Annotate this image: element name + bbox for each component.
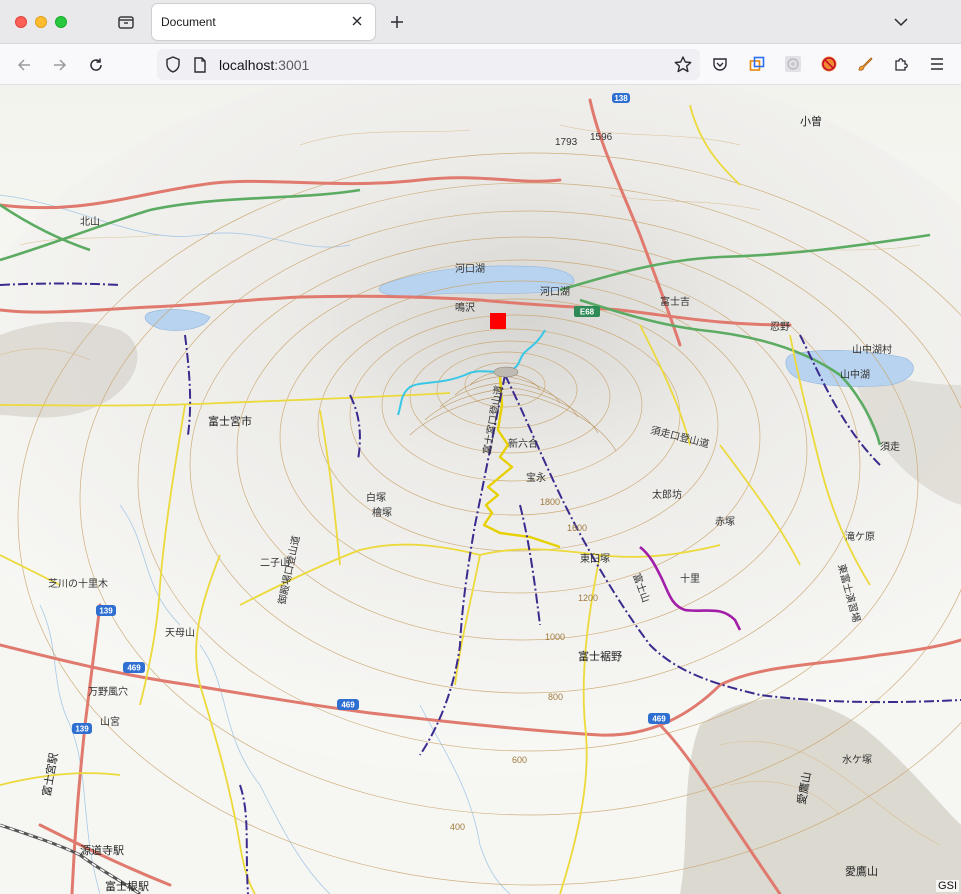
route-139-shield-a: 139 — [96, 605, 116, 616]
e68-label: E68 — [580, 308, 595, 317]
label-kawaguchiko-station: 河口湖 — [540, 286, 570, 298]
label-fujinomiya-juba: 芝川の十里木 — [48, 577, 108, 590]
map-attribution[interactable]: GSI — [936, 880, 959, 892]
chevron-down-icon[interactable] — [890, 11, 912, 33]
close-icon[interactable] — [349, 13, 365, 29]
label-tenjoyama: 天母山 — [165, 627, 195, 639]
route-469-shield-a: 469 — [337, 699, 359, 710]
reload-icon[interactable] — [83, 52, 109, 78]
back-arrow-icon[interactable] — [11, 52, 37, 78]
terrain-map: 469 469 469 139 139 E68 138 河口湖 河口湖 鳴沢 富… — [0, 85, 961, 894]
label-contour-1800: 1800 — [540, 497, 560, 507]
label-takigahara: 滝ケ原 — [845, 531, 875, 543]
e68-shield: E68 — [574, 306, 600, 317]
label-oshino: 忍野 — [770, 321, 790, 333]
route-469-label: 469 — [127, 664, 141, 673]
route-469-label: 469 — [341, 701, 355, 710]
route-469-shield-c: 469 — [123, 662, 145, 673]
label-higashi-usuzuka: 東臼塚 — [580, 552, 610, 565]
label-tarobo: 太郎坊 — [652, 488, 682, 501]
puzzle-icon[interactable] — [890, 53, 912, 75]
label-elev-1596: 1596 — [590, 132, 613, 143]
label-contour-800: 800 — [548, 692, 563, 702]
label-contour-600: 600 — [512, 755, 527, 765]
label-fuji-nemachi: 富士根駅 — [105, 879, 149, 893]
label-manno-fuketsu: 万野風穴 — [88, 685, 128, 698]
route-138-shield: 138 — [612, 93, 630, 103]
summit-crater — [493, 366, 519, 378]
label-hoei: 宝永 — [526, 471, 546, 484]
label-fujinomiya-city: 富士宮市 — [208, 414, 252, 428]
navigation-toolbar: localhost:3001 — [0, 44, 961, 85]
extension-grid-icon[interactable] — [782, 53, 804, 75]
route-139-label: 139 — [99, 607, 113, 616]
window-minimize-button[interactable] — [35, 16, 47, 28]
label-subashiri: 須走 — [880, 441, 900, 453]
url-host: localhost — [219, 57, 275, 73]
label-shin-gogome: 新六合 — [508, 437, 538, 450]
tab-title: Document — [161, 15, 216, 29]
menu-icon[interactable] — [926, 53, 948, 75]
route-139-label: 139 — [75, 725, 89, 734]
extension-blocked-icon[interactable] — [818, 53, 840, 75]
label-hinoki: 檜塚 — [372, 506, 392, 519]
label-ashitaka-b: 愛鷹山 — [845, 864, 878, 878]
label-yamanakako-village: 山中湖村 — [852, 343, 892, 356]
label-koumi: 小曽 — [800, 114, 822, 128]
label-elev-1793: 1793 — [555, 137, 578, 148]
map-canvas[interactable]: 469 469 469 139 139 E68 138 河口湖 河口湖 鳴沢 富… — [0, 85, 961, 894]
route-469-label: 469 — [652, 715, 666, 724]
label-contour-1000: 1000 — [545, 632, 565, 642]
forward-arrow-icon[interactable] — [47, 52, 73, 78]
label-contour-1200: 1200 — [578, 593, 598, 603]
label-yamamiya: 山宮 — [100, 715, 120, 728]
shield-icon[interactable] — [165, 56, 181, 78]
label-mizugaoka: 水ケ塚 — [842, 754, 872, 766]
route-138-label: 138 — [614, 94, 628, 103]
label-akatsuka: 赤塚 — [715, 516, 735, 528]
tab-groups-icon[interactable] — [112, 10, 140, 34]
label-kawaguchiko: 河口湖 — [455, 263, 485, 275]
label-yamanakako: 山中湖 — [840, 368, 870, 381]
label-shirohime: 白塚 — [366, 491, 386, 504]
label-fujiyoshida: 富士吉 — [660, 295, 690, 308]
url-text[interactable]: localhost:3001 — [219, 57, 309, 73]
label-narusawa: 鳴沢 — [455, 301, 475, 314]
label-fuji-susono: 富士裾野 — [578, 649, 622, 663]
location-marker[interactable] — [490, 313, 506, 329]
extension-orange-icon[interactable] — [746, 53, 768, 75]
label-kitayama: 北山 — [80, 216, 100, 228]
label-contour-1600: 1600 — [567, 523, 587, 533]
label-juuri: 十里 — [680, 572, 700, 585]
route-139-shield-b: 139 — [72, 723, 92, 734]
extension-brush-icon[interactable] — [854, 53, 876, 75]
label-genmichi-station: 源道寺駅 — [80, 843, 124, 857]
title-bar: Document — [0, 0, 961, 44]
pocket-icon[interactable] — [709, 53, 731, 75]
tab-document[interactable]: Document — [152, 4, 375, 40]
label-contour-400: 400 — [450, 822, 465, 832]
star-icon[interactable] — [674, 56, 692, 78]
url-port: :3001 — [274, 57, 310, 73]
window-close-button[interactable] — [15, 16, 27, 28]
route-469-shield-b: 469 — [648, 713, 670, 724]
url-bar[interactable]: localhost:3001 — [157, 49, 700, 80]
plus-icon[interactable] — [386, 11, 408, 33]
window-maximize-button[interactable] — [55, 16, 67, 28]
page-icon — [193, 57, 207, 78]
